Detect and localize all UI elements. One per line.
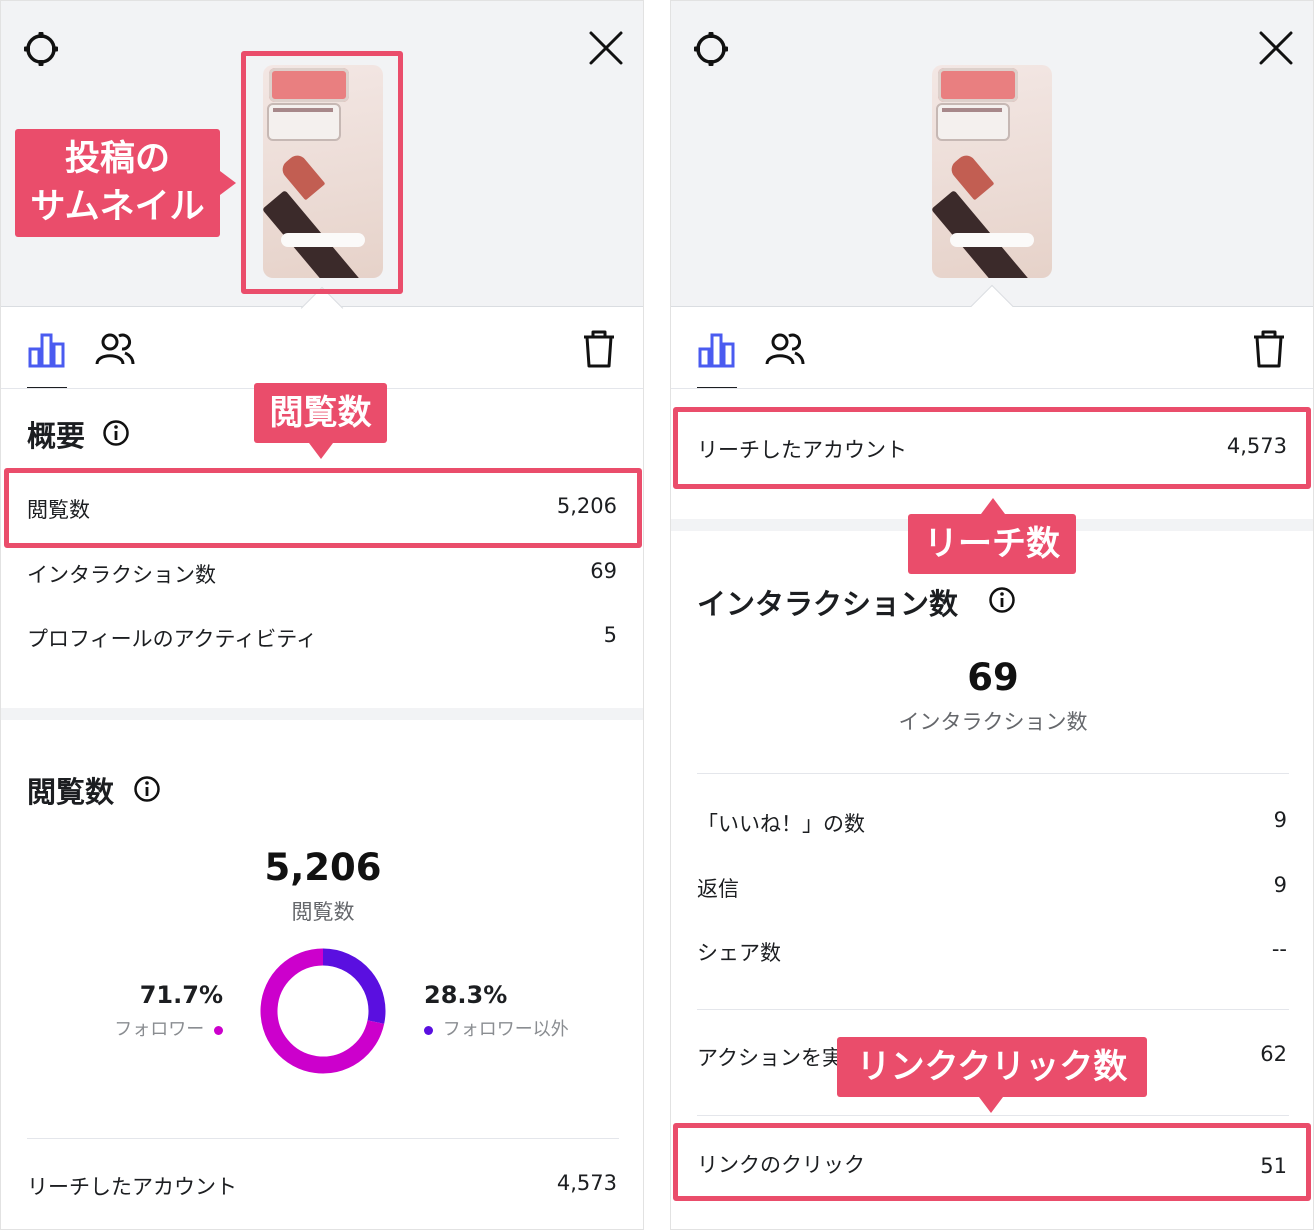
non-followers-percent: 28.3% [424,981,508,1009]
followers-legend-dot [214,1025,223,1035]
trash-icon[interactable] [1251,329,1287,369]
info-icon[interactable] [102,419,130,447]
interactions-title: インタラクション数 [697,587,959,621]
link-click-callout: リンククリック数 [837,1037,1147,1097]
views-section-title: 閲覧数 [27,775,115,809]
reach-row-value: 4,573 [556,1171,617,1195]
thumbnail-callout-arrow [220,171,236,195]
post-thumbnail[interactable] [932,65,1052,278]
views-caption: 閲覧数 [291,900,355,924]
gear-icon[interactable] [21,29,61,69]
info-icon[interactable] [988,586,1016,614]
non-followers-legend-dot [424,1025,433,1035]
overview-row-value: 5 [603,623,617,647]
interactions-total: 69 [967,656,1019,699]
views-callout-arrow [309,443,333,459]
people-icon[interactable] [95,331,135,367]
row-divider [697,773,1289,774]
left-panel: 投稿の サムネイル 概要 閲覧数 閲覧数 5,206 インタラクション数 69 … [0,0,644,1230]
right-panel: リーチしたアカウント 4,573 リーチ数 インタラクション数 69 インタラク… [670,0,1314,1230]
row-divider [697,1115,1289,1116]
views-callout: 閲覧数 [254,383,387,443]
views-total: 5,206 [264,846,382,889]
close-icon[interactable] [1257,29,1295,67]
views-row-highlight [4,468,642,548]
interaction-row-value: -- [1271,937,1287,961]
overview-row-value: 69 [590,559,617,583]
link-click-row-highlight [673,1123,1311,1201]
trash-icon[interactable] [581,329,617,369]
actions-row-value: 62 [1260,1042,1287,1066]
interaction-row-label: 「いいね！」の数 [697,812,865,836]
interactions-caption: インタラクション数 [898,710,1088,734]
panel-gutter [644,0,670,1230]
link-click-callout-arrow [979,1097,1003,1113]
row-divider [27,1138,619,1139]
reach-callout-arrow [981,498,1005,514]
close-icon[interactable] [587,29,625,67]
overview-row-label: プロフィールのアクティビティ [27,627,318,651]
section-separator [1,708,643,720]
followers-percent: 71.7% [139,981,223,1009]
non-followers-legend: フォロワー以外 [424,1015,569,1041]
bar-chart-icon[interactable] [697,331,737,369]
info-icon[interactable] [133,775,161,803]
people-icon[interactable] [765,331,805,367]
followers-legend-label: フォロワー [114,1019,205,1040]
reach-callout: リーチ数 [908,514,1076,574]
actions-row-label: アクションを実 [697,1046,843,1070]
interaction-row-value: 9 [1273,873,1287,897]
non-followers-legend-label: フォロワー以外 [442,1019,569,1040]
views-donut-chart [260,948,386,1074]
tabs-divider [671,388,1313,389]
followers-legend: フォロワー [91,1015,223,1041]
reach-row-label: リーチしたアカウント [27,1175,237,1199]
row-divider [697,1009,1289,1010]
overview-row-label: インタラクション数 [27,563,216,587]
interaction-row-value: 9 [1273,808,1287,832]
bar-chart-icon[interactable] [27,331,67,369]
thumbnail-callout: 投稿の サムネイル [15,129,220,237]
reach-row-highlight [673,407,1311,489]
overview-title: 概要 [27,419,86,453]
interaction-row-label: 返信 [697,877,739,901]
gear-icon[interactable] [691,29,731,69]
interaction-row-label: シェア数 [697,941,781,965]
thumbnail-highlight [241,51,403,294]
donut-slice-non-followers [322,948,386,1024]
